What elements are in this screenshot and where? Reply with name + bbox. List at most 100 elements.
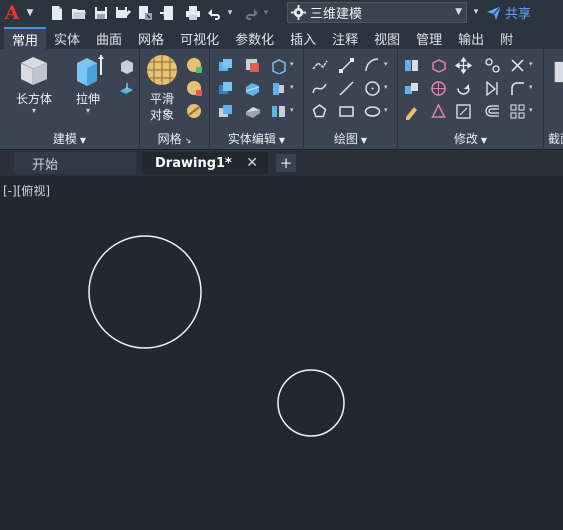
tab-visualize[interactable]: 可视化 — [172, 27, 227, 49]
autocad-logo-icon[interactable]: A — [0, 0, 24, 25]
array-icon[interactable] — [507, 101, 527, 121]
section-plane-icon[interactable] — [550, 59, 563, 85]
polysolid-icon[interactable] — [116, 79, 136, 99]
new-icon[interactable] — [46, 2, 68, 24]
chevron-down-icon[interactable]: ▾ — [529, 83, 533, 91]
circle-large[interactable] — [88, 235, 202, 349]
new-tab-button[interactable]: + — [276, 154, 296, 172]
undo-icon[interactable] — [204, 2, 226, 24]
share-button[interactable]: 共享 — [486, 2, 531, 23]
tab-annotate[interactable]: 注释 — [324, 27, 366, 49]
panel-title-solid-editing[interactable]: 实体编辑 ▼ — [210, 130, 303, 148]
thicken-icon[interactable] — [242, 101, 262, 121]
separate-icon[interactable] — [268, 101, 288, 121]
panel-section: 截面 — [544, 49, 563, 150]
mirror-icon[interactable] — [482, 78, 502, 98]
close-icon[interactable]: ✕ — [246, 155, 258, 171]
tab-drawing1[interactable]: Drawing1* ✕ — [142, 152, 268, 174]
tab-output[interactable]: 输出 — [450, 27, 492, 49]
chevron-down-icon[interactable]: ▾ — [384, 106, 388, 114]
mesh-sphere-edit-icon[interactable] — [428, 78, 448, 98]
rotate-icon[interactable] — [453, 78, 473, 98]
polyline-icon[interactable] — [309, 55, 329, 75]
panel-title-modify[interactable]: 修改 ▼ — [398, 130, 543, 148]
scale-icon[interactable] — [453, 101, 473, 121]
mesh-sphere-icon — [147, 55, 177, 85]
copy-icon[interactable] — [482, 55, 502, 75]
panel-title-draw[interactable]: 绘图 ▼ — [304, 130, 397, 148]
chevron-down-icon[interactable]: ▾ — [290, 60, 294, 68]
box-icon — [20, 57, 48, 85]
extrude-icon — [77, 55, 104, 86]
slice-icon[interactable] — [242, 78, 262, 98]
tab-start[interactable]: 开始 — [14, 152, 136, 174]
extrude-button[interactable]: 拉伸 ▾ — [63, 53, 113, 115]
interfere-icon[interactable] — [215, 101, 235, 121]
save-icon[interactable] — [90, 2, 112, 24]
tab-mesh[interactable]: 网格 — [130, 27, 172, 49]
open-web-icon[interactable] — [134, 2, 156, 24]
panel-title-section[interactable]: 截面 — [544, 130, 563, 148]
arc-icon[interactable] — [362, 55, 382, 75]
circle-small[interactable] — [277, 369, 345, 437]
refine-mesh-icon[interactable] — [184, 101, 204, 121]
app-menu-chevron-down-icon[interactable]: ▼ — [24, 8, 36, 18]
tab-parametric[interactable]: 参数化 — [227, 27, 282, 49]
trim-icon[interactable] — [507, 55, 527, 75]
extrude-faces-icon[interactable] — [268, 78, 288, 98]
chevron-down-icon: ▾ — [31, 106, 36, 115]
save-web-icon[interactable] — [156, 2, 178, 24]
chevron-down-icon[interactable]: ▾ — [384, 83, 388, 91]
box-button[interactable]: 长方体 ▾ — [9, 53, 59, 115]
spline-icon[interactable] — [309, 78, 329, 98]
presspull-icon[interactable] — [116, 55, 136, 75]
tab-addins[interactable]: 附 — [492, 27, 521, 49]
ray-icon[interactable] — [336, 78, 356, 98]
intersect-icon[interactable] — [215, 78, 235, 98]
panel-title-modeling[interactable]: 建模 ▼ — [0, 130, 139, 148]
chevron-down-icon[interactable]: ▾ — [384, 60, 388, 68]
ellipse-icon[interactable] — [362, 101, 382, 121]
chevron-down-icon[interactable]: ▾ — [529, 106, 533, 114]
smooth-object-button[interactable]: 平滑 对象 — [137, 53, 187, 123]
workspace-select[interactable]: 三维建模 ▼ — [287, 2, 467, 23]
document-tab-bar: 开始 Drawing1* ✕ + — [0, 150, 563, 176]
erase-icon[interactable] — [401, 101, 421, 121]
chevron-down-icon[interactable]: ▾ — [529, 60, 533, 68]
align-3d-icon[interactable] — [401, 78, 421, 98]
rectangle-icon[interactable] — [336, 101, 356, 121]
tab-surface[interactable]: 曲面 — [88, 27, 130, 49]
save-as-icon[interactable] — [112, 2, 134, 24]
chevron-down-icon[interactable]: ▾ — [290, 106, 294, 114]
tab-manage[interactable]: 管理 — [408, 27, 450, 49]
redo-chevron-down-icon[interactable]: ▾ — [262, 8, 270, 18]
move-icon[interactable] — [453, 55, 473, 75]
tab-solid[interactable]: 实体 — [46, 27, 88, 49]
extract-edges-icon[interactable] — [268, 55, 288, 75]
chevron-down-icon[interactable]: ▾ — [290, 83, 294, 91]
panel-title-mesh[interactable]: 网格 ↘ — [140, 130, 209, 148]
open-icon[interactable] — [68, 2, 90, 24]
move-3d-icon[interactable] — [401, 55, 421, 75]
array-3d-icon[interactable] — [428, 101, 448, 121]
print-icon[interactable] — [182, 2, 204, 24]
line-icon[interactable] — [336, 55, 356, 75]
union-icon[interactable] — [215, 55, 235, 75]
circle-tool-icon[interactable] — [362, 78, 382, 98]
reduce-smoothness-icon[interactable] — [184, 78, 204, 98]
qat-customize-chevron-icon[interactable]: ▾ — [470, 7, 482, 17]
subtract-icon[interactable] — [242, 55, 262, 75]
fillet-icon[interactable] — [507, 78, 527, 98]
undo-chevron-down-icon[interactable]: ▾ — [226, 8, 234, 18]
drawing-canvas[interactable]: [-][俯视] — [0, 176, 563, 530]
redo-icon[interactable] — [240, 2, 262, 24]
tab-drawing-label: Drawing1* — [155, 155, 232, 171]
add-smoothness-icon[interactable] — [184, 55, 204, 75]
polygon-icon[interactable] — [309, 101, 329, 121]
tab-view[interactable]: 视图 — [366, 27, 408, 49]
tab-insert[interactable]: 插入 — [282, 27, 324, 49]
chevron-down-icon: ▼ — [455, 7, 462, 17]
tab-home[interactable]: 常用 — [4, 27, 47, 49]
rotate-3d-icon[interactable] — [428, 55, 448, 75]
offset-icon[interactable] — [482, 101, 502, 121]
